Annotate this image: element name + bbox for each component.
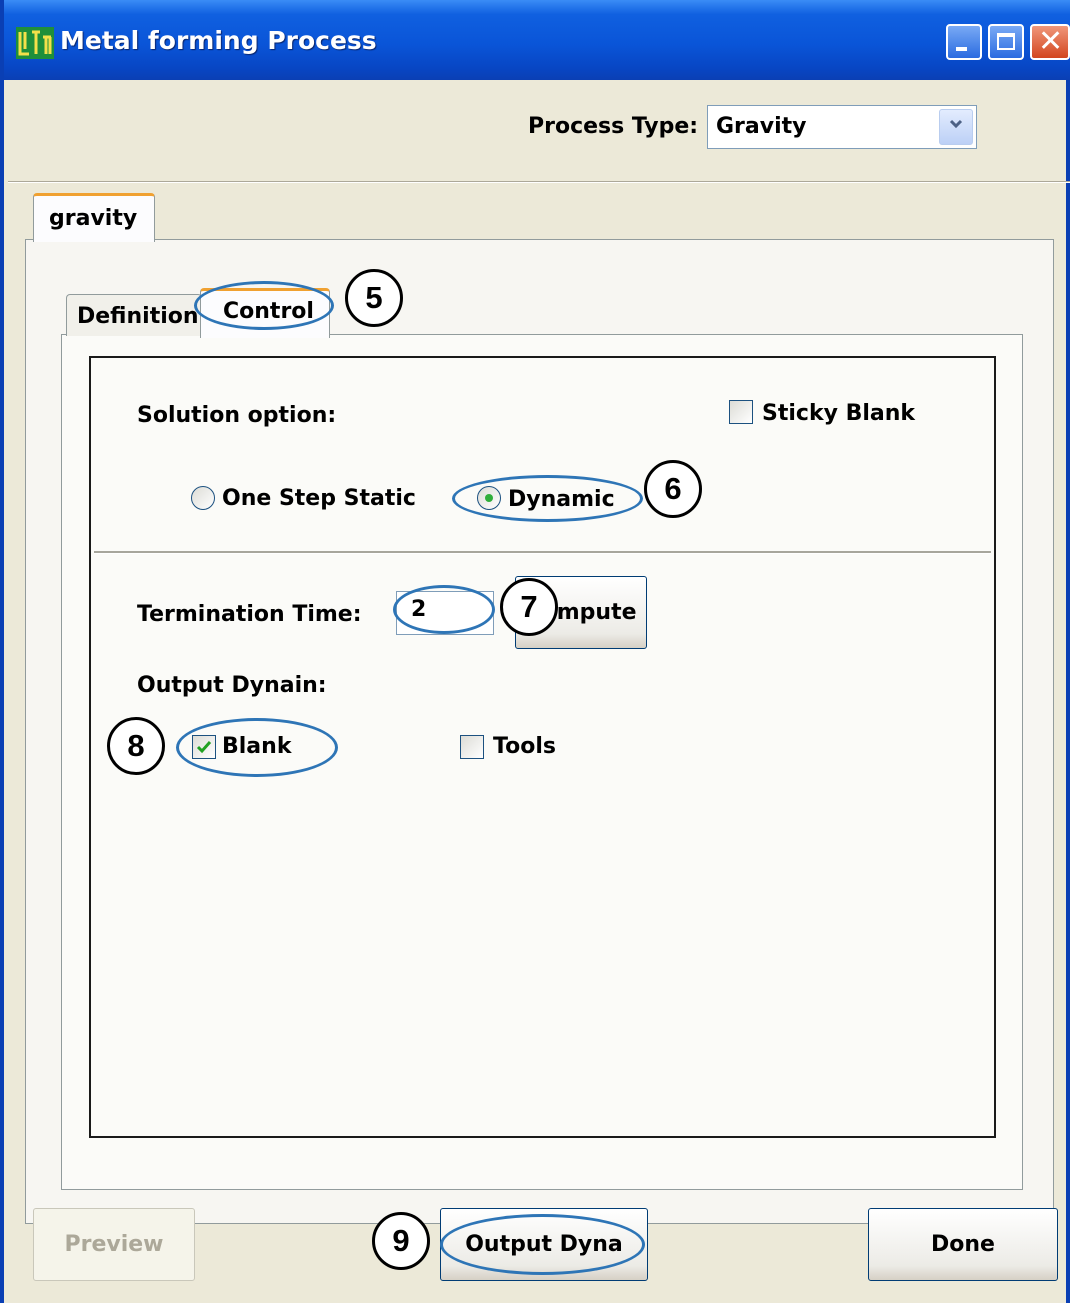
sticky-blank-label[interactable]: Sticky Blank [762, 401, 915, 426]
blank-checkbox[interactable] [192, 735, 216, 759]
process-type-value: Gravity [716, 114, 807, 139]
output-dynain-label: Output Dynain: [137, 673, 327, 698]
minimize-button[interactable] [946, 24, 982, 60]
process-type-label: Process Type: [528, 114, 699, 139]
callout-5: 5 [345, 269, 403, 327]
callout-8: 8 [107, 717, 165, 775]
one-step-static-label[interactable]: One Step Static [222, 486, 416, 511]
minimize-icon [956, 47, 967, 51]
checkmark-icon [196, 741, 212, 754]
termination-time-value: 2 [411, 597, 427, 622]
one-step-static-radio[interactable] [191, 486, 215, 510]
preview-button[interactable]: Preview [33, 1208, 195, 1281]
dynamic-label[interactable]: Dynamic [508, 487, 615, 512]
close-button[interactable]: ✕ [1030, 24, 1070, 60]
tab-definition[interactable]: Definition [66, 294, 202, 336]
window-title: Metal forming Process [60, 26, 377, 55]
ls-logo-icon [16, 27, 54, 59]
blank-label[interactable]: Blank [222, 734, 291, 759]
chevron-down-icon [949, 119, 963, 129]
tab-gravity-label: gravity [49, 206, 138, 231]
section-divider [94, 551, 991, 554]
callout-9: 9 [372, 1212, 430, 1270]
tab-control[interactable]: Control [200, 288, 330, 338]
process-type-select[interactable]: Gravity [707, 105, 977, 149]
dropdown-button[interactable] [939, 109, 973, 145]
tools-label[interactable]: Tools [493, 734, 556, 759]
sticky-blank-checkbox[interactable] [729, 400, 753, 424]
callout-7: 7 [500, 578, 558, 636]
header-separator [8, 181, 1070, 183]
termination-time-input[interactable]: 2 [396, 591, 494, 635]
tab-definition-label: Definition [77, 304, 199, 329]
maximize-icon [997, 33, 1015, 50]
done-button[interactable]: Done [868, 1208, 1058, 1281]
callout-6: 6 [644, 460, 702, 518]
title-bar[interactable]: Metal forming Process ✕ [4, 0, 1070, 80]
maximize-button[interactable] [988, 24, 1024, 60]
dynamic-radio[interactable] [477, 486, 501, 510]
radio-selected-dot [485, 494, 493, 502]
solution-option-label: Solution option: [137, 403, 337, 428]
termination-time-label: Termination Time: [137, 602, 362, 627]
metal-forming-dialog: Metal forming Process ✕ Process Type: Gr… [0, 0, 1070, 1303]
tab-gravity[interactable]: gravity [33, 193, 155, 242]
close-icon: ✕ [1038, 24, 1064, 59]
tools-checkbox[interactable] [460, 735, 484, 759]
tab-control-label: Control [223, 299, 314, 324]
output-dyna-button[interactable]: Output Dyna [440, 1208, 648, 1281]
